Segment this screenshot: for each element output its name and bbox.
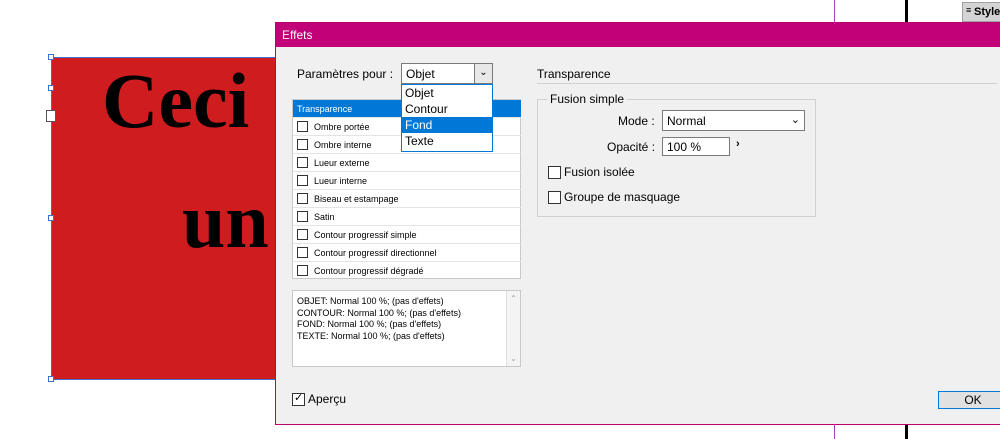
- dropdown-option-texte[interactable]: Texte: [402, 133, 492, 149]
- summary-line: OBJET: Normal 100 %; (pas d'effets): [297, 296, 444, 306]
- effect-item-lueur-interne[interactable]: Lueur interne: [293, 172, 521, 190]
- effects-dialog: Effets Paramètres pour : Objet ⌄ Objet C…: [275, 22, 1000, 425]
- settings-for-value: Objet: [406, 67, 435, 81]
- scroll-down-icon[interactable]: ⌄: [507, 353, 520, 365]
- isolate-label: Fusion isolée: [564, 165, 635, 179]
- effect-item-lueur-externe[interactable]: Lueur externe: [293, 154, 521, 172]
- settings-for-dropdown[interactable]: Objet Contour Fond Texte: [401, 84, 493, 152]
- frame-border-top: [52, 57, 282, 58]
- opacity-slider-arrow-icon[interactable]: ›: [736, 138, 740, 150]
- collapse-icon: ≡: [966, 5, 972, 15]
- summary-line: CONTOUR: Normal 100 %; (pas d'effets): [297, 307, 461, 318]
- dropdown-option-objet[interactable]: Objet: [402, 85, 492, 101]
- effect-label: Ombre portée: [314, 122, 370, 132]
- text-frame[interactable]: Ceci un: [52, 58, 282, 380]
- effect-checkbox[interactable]: [297, 247, 308, 258]
- resize-handle[interactable]: [48, 376, 54, 382]
- dialog-title: Effets: [276, 23, 1000, 47]
- styles-panel-tab[interactable]: ≡ Style: [962, 2, 1000, 22]
- effect-label: Satin: [314, 212, 335, 222]
- knockout-checkbox[interactable]: [548, 191, 561, 204]
- settings-for-label: Paramètres pour :: [297, 67, 394, 81]
- settings-for-select[interactable]: Objet ⌄: [401, 63, 493, 84]
- chevron-down-icon[interactable]: ⌄: [474, 64, 492, 83]
- effect-checkbox[interactable]: [297, 211, 308, 222]
- effect-item-biseau[interactable]: Biseau et estampage: [293, 190, 521, 208]
- mode-value: Normal: [667, 114, 706, 128]
- ok-button[interactable]: OK: [938, 391, 1000, 409]
- dropdown-option-contour[interactable]: Contour: [402, 101, 492, 117]
- effect-item-contour-directionnel[interactable]: Contour progressif directionnel: [293, 244, 521, 262]
- checkmark-icon: ✓: [294, 392, 304, 404]
- dropdown-option-fond[interactable]: Fond: [402, 117, 492, 133]
- effect-checkbox[interactable]: [297, 193, 308, 204]
- frame-border-bottom: [52, 379, 282, 380]
- resize-handle[interactable]: [48, 85, 54, 91]
- text-frame-port-icon[interactable]: [46, 110, 56, 122]
- mode-select[interactable]: Normal ⌄: [662, 110, 805, 131]
- effect-label: Lueur externe: [314, 158, 370, 168]
- effect-label: Contour progressif directionnel: [314, 248, 437, 258]
- effect-label: Contour progressif dégradé: [314, 266, 424, 276]
- effect-label: Contour progressif simple: [314, 230, 417, 240]
- effect-label: Biseau et estampage: [314, 194, 399, 204]
- effect-item-satin[interactable]: Satin: [293, 208, 521, 226]
- effect-label: Lueur interne: [314, 176, 368, 186]
- preview-label: Aperçu: [308, 392, 347, 406]
- section-title: Transparence: [537, 67, 611, 81]
- summary-scrollbar[interactable]: ⌃ ⌄: [506, 291, 520, 366]
- effect-checkbox[interactable]: [297, 157, 308, 168]
- effect-item-contour-simple[interactable]: Contour progressif simple: [293, 226, 521, 244]
- knockout-label: Groupe de masquage: [564, 190, 681, 204]
- summary-line: FOND: Normal 100 %; (pas d'effets): [297, 319, 442, 329]
- effect-checkbox[interactable]: [297, 139, 308, 150]
- effect-checkbox[interactable]: [297, 121, 308, 132]
- section-divider: [537, 83, 997, 84]
- group-title: Fusion simple: [547, 92, 628, 106]
- effect-label: Transparence: [297, 104, 353, 114]
- scroll-up-icon[interactable]: ⌃: [507, 293, 520, 305]
- effect-checkbox[interactable]: [297, 175, 308, 186]
- isolate-checkbox[interactable]: [548, 166, 561, 179]
- opacity-value: 100 %: [667, 140, 702, 154]
- opacity-input[interactable]: 100 %: [662, 137, 730, 156]
- effect-checkbox[interactable]: [297, 229, 308, 240]
- effect-item-contour-degrade[interactable]: Contour progressif dégradé: [293, 262, 521, 280]
- preview-checkbox[interactable]: ✓: [292, 392, 305, 406]
- effects-summary: OBJET: Normal 100 %; (pas d'effets) CONT…: [292, 290, 521, 367]
- styles-tab-label: Style: [974, 6, 1000, 18]
- resize-handle[interactable]: [48, 54, 54, 60]
- frame-text-line1: Ceci: [102, 57, 250, 144]
- effect-checkbox[interactable]: [297, 265, 308, 276]
- mode-label: Mode :: [618, 114, 655, 128]
- frame-text-line2: un: [182, 177, 269, 264]
- opacity-label: Opacité :: [607, 140, 656, 154]
- effect-label: Ombre interne: [314, 140, 372, 150]
- resize-handle[interactable]: [48, 215, 54, 221]
- summary-line: TEXTE: Normal 100 %; (pas d'effets): [297, 330, 445, 341]
- chevron-down-icon: ⌄: [790, 114, 800, 126]
